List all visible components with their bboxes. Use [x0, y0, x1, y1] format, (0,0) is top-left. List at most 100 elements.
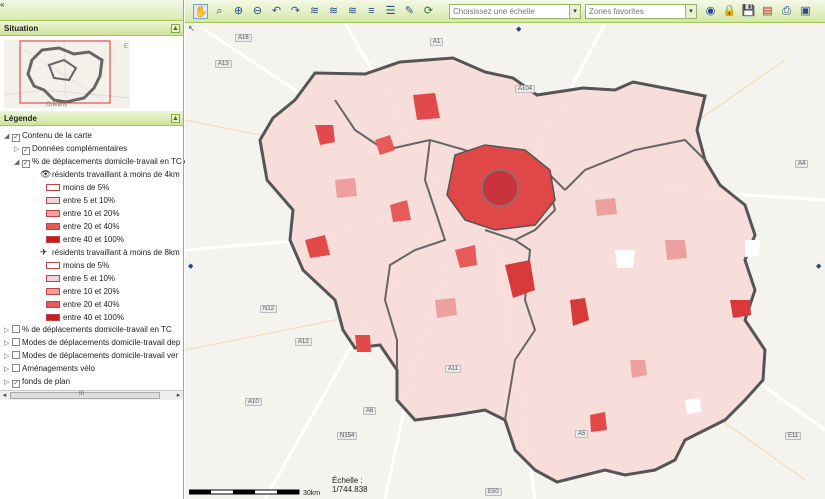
scrollbar-grip: III — [79, 391, 85, 397]
checkbox-unchecked-icon[interactable] — [12, 325, 20, 333]
tree-root-label: Contenu de la carte — [22, 131, 92, 140]
legend-class-row: entre 20 et 40% — [46, 221, 119, 232]
legend-class-row: entre 40 et 100% — [46, 234, 124, 245]
legend-class-row: entre 20 et 40% — [46, 299, 119, 310]
legend-class-row: moins de 5% — [46, 182, 109, 193]
tree-item-donnees[interactable]: ▷ ✓ Données complémentaires — [14, 143, 127, 155]
legend-swatch — [46, 236, 60, 243]
legend-class-label: entre 20 et 40% — [63, 222, 120, 231]
checkbox-unchecked-icon[interactable] — [12, 338, 20, 346]
collapse-panel-button[interactable]: « — [0, 0, 4, 9]
nav-marker-icon[interactable]: ◆ — [516, 25, 521, 33]
layers2-icon[interactable]: ≋ — [326, 4, 341, 19]
zoom-box-icon[interactable]: ⌕ — [212, 4, 227, 19]
lock-icon[interactable]: 🔒 — [722, 4, 737, 19]
checkbox-checked-icon[interactable]: ✓ — [22, 160, 30, 168]
tree-item-label: Modes de déplacements domicile-travail v… — [22, 351, 179, 360]
checkbox-unchecked-icon[interactable] — [12, 351, 20, 359]
scale-select[interactable]: Choisissez une échelle ▾ — [449, 4, 581, 19]
collapsed-triangle-icon[interactable]: ▷ — [4, 325, 12, 336]
legend-class-label: moins de 5% — [63, 261, 110, 270]
panel-topbar: « — [0, 0, 183, 21]
map-view[interactable]: ◆ ◆ ◆ ↖ A16 A1 A13 A10 N154 A4 E11 A5 A6… — [185, 0, 825, 499]
scale-bar-label: 30km — [303, 490, 320, 497]
nav-marker-icon[interactable]: ↖ — [188, 24, 195, 33]
collapsed-triangle-icon[interactable]: ▷ — [4, 351, 12, 362]
save-icon[interactable]: 💾 — [741, 4, 756, 19]
legend-header[interactable]: Légende ▲ — [0, 111, 183, 126]
legend-swatch — [46, 275, 60, 282]
tree-item-tc-active[interactable]: ◢ ✓% de déplacements domicile-travail en … — [14, 156, 188, 168]
map-scale-readout: Échelle : 1/744.838 — [332, 476, 368, 494]
legend-swatch — [46, 314, 60, 321]
legend-class-row: entre 5 et 10% — [46, 195, 115, 206]
legend-group-walk: 👁résidents travaillant à moins de 4km — [40, 169, 180, 180]
legend-group-label: résidents travaillant à moins de 4km — [52, 170, 180, 179]
legend-swatch — [46, 223, 60, 230]
refresh-icon[interactable]: ⟳ — [421, 4, 436, 19]
chevron-down-icon[interactable]: ▾ — [685, 5, 696, 18]
scroll-right-icon[interactable]: ▸ — [174, 391, 183, 400]
pdf-icon[interactable]: ▤ — [760, 4, 775, 19]
tree-item-label: Aménagements vélo — [22, 364, 95, 373]
nav-marker-icon[interactable]: ◆ — [816, 262, 821, 270]
list-icon[interactable]: ☰ — [383, 4, 398, 19]
draw-icon[interactable]: ✎ — [402, 4, 417, 19]
checkbox-checked-icon[interactable]: ✓ — [22, 147, 30, 155]
situation-header[interactable]: Situation ▲ — [0, 21, 183, 36]
collapsed-triangle-icon[interactable]: ▷ — [4, 364, 12, 375]
legend-class-label: entre 5 et 10% — [63, 196, 116, 205]
road-label: A5 — [575, 430, 589, 438]
legend-class-label: entre 20 et 40% — [63, 300, 120, 309]
print-icon[interactable]: ⎙ — [779, 4, 794, 19]
scroll-left-icon[interactable]: ◂ — [0, 391, 9, 400]
pan-icon[interactable]: ✋ — [193, 4, 208, 19]
legend-class-label: entre 10 et 20% — [63, 209, 120, 218]
choropleth-map[interactable] — [185, 0, 825, 499]
legend-group-bike: ✈ résidents travaillant à moins de 8km — [40, 247, 180, 258]
legend-swatch — [46, 288, 60, 295]
layers-icon[interactable]: ≋ — [307, 4, 322, 19]
zoom-in-icon[interactable]: ⊕ — [231, 4, 246, 19]
chevron-down-icon[interactable]: ▾ — [569, 5, 580, 18]
paris-center[interactable] — [481, 169, 519, 207]
scale-select-placeholder: Choisissez une échelle — [453, 7, 535, 16]
situation-toggle-button[interactable]: ▲ — [171, 24, 180, 33]
overview-minimap[interactable]: Orleans E — [4, 40, 130, 108]
favorites-select[interactable]: Zones favorites ▾ — [585, 4, 697, 19]
expand-triangle-icon[interactable]: ◢ — [4, 131, 12, 142]
previous-view-icon[interactable]: ↶ — [269, 4, 284, 19]
nav-marker-icon[interactable]: ◆ — [188, 262, 193, 270]
tree-item-fonds[interactable]: ▷ ✓ fonds de plan — [4, 376, 70, 388]
expand-triangle-icon[interactable]: ◢ — [14, 157, 22, 168]
legend-group-label: résidents travaillant à moins de 8km — [52, 248, 180, 257]
tree-item-label: % de déplacements domicile-travail en TC — [22, 325, 172, 334]
tree-item-label: Modes de déplacements domicile-travail d… — [22, 338, 181, 347]
legend-class-row: entre 10 et 20% — [46, 208, 119, 219]
tree-item-modes-dep[interactable]: ▷ Modes de déplacements domicile-travail … — [4, 337, 180, 348]
collapsed-triangle-icon[interactable]: ▷ — [4, 377, 12, 388]
left-panel: « Situation ▲ Orleans E Légende ▲ ◢ ✓ Cont… — [0, 0, 188, 499]
window-icon[interactable]: ▣ — [798, 4, 813, 19]
layers4-icon[interactable]: ≡ — [364, 4, 379, 19]
legend-swatch — [46, 197, 60, 204]
legend-class-label: entre 5 et 10% — [63, 274, 116, 283]
collapsed-triangle-icon[interactable]: ▷ — [14, 144, 22, 155]
checkbox-checked-icon[interactable]: ✓ — [12, 380, 20, 388]
zoom-out-icon[interactable]: ⊖ — [250, 4, 265, 19]
legend-class-label: entre 40 et 100% — [63, 313, 124, 322]
scrollbar-thumb[interactable]: III — [10, 391, 160, 399]
next-view-icon[interactable]: ↷ — [288, 4, 303, 19]
layers3-icon[interactable]: ≋ — [345, 4, 360, 19]
collapsed-triangle-icon[interactable]: ▷ — [4, 338, 12, 349]
checkbox-unchecked-icon[interactable] — [12, 364, 20, 372]
situation-title: Situation — [4, 24, 39, 33]
tree-item-velo[interactable]: ▷ Aménagements vélo — [4, 363, 95, 374]
globe-icon[interactable]: ◉ — [703, 4, 718, 19]
tree-root[interactable]: ◢ ✓ Contenu de la carte — [4, 130, 92, 142]
legend-horizontal-scrollbar[interactable]: ◂ III ▸ — [0, 390, 183, 400]
legend-toggle-button[interactable]: ▲ — [171, 114, 180, 123]
checkbox-checked-icon[interactable]: ✓ — [12, 134, 20, 142]
tree-item-tc2[interactable]: ▷ % de déplacements domicile-travail en T… — [4, 324, 172, 335]
tree-item-modes-ver[interactable]: ▷ Modes de déplacements domicile-travail … — [4, 350, 178, 361]
